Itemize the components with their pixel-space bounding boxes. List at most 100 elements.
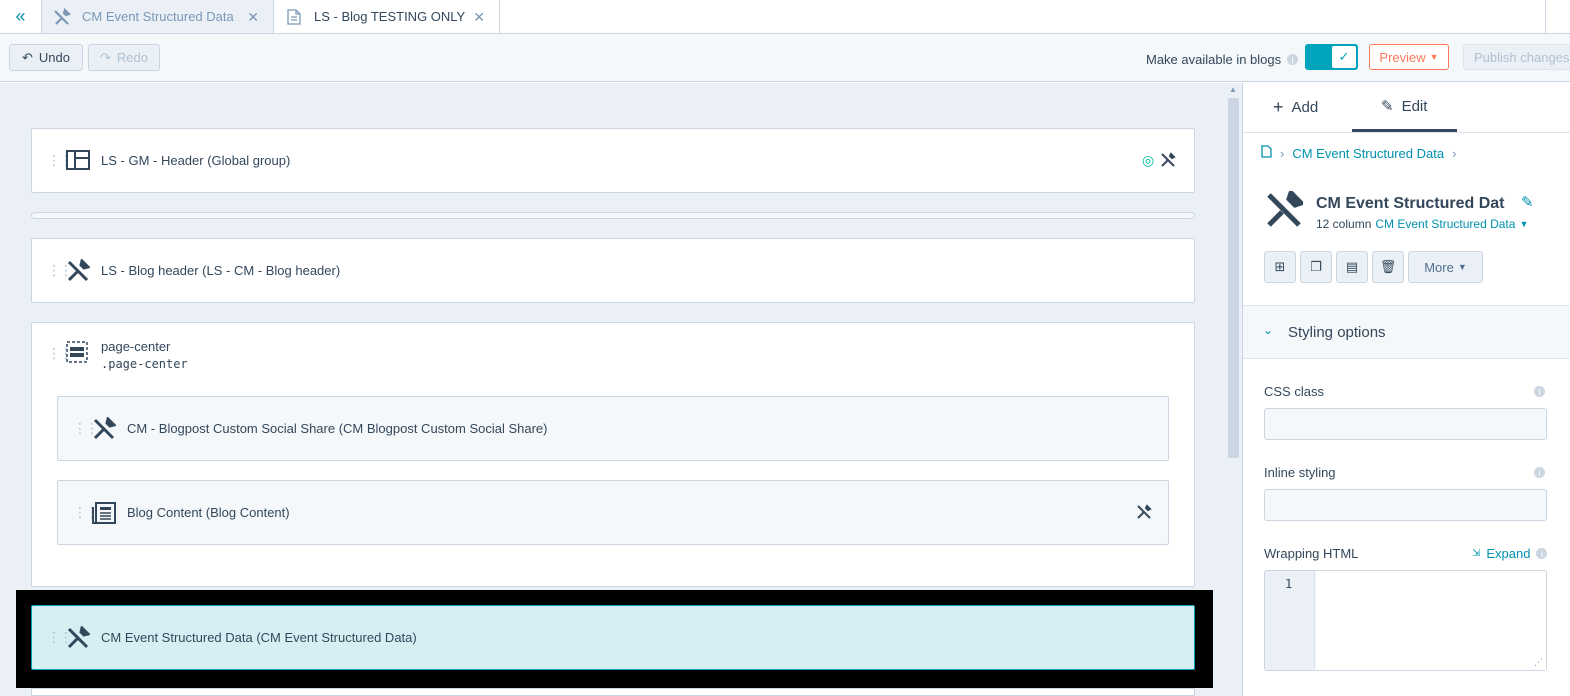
tools-icon [42,7,82,26]
editor-tab-bar: « CM Event Structured Data ✕ LS - Blog T… [0,0,1570,34]
inspector-panel: + Add ✎ Edit › CM Event Structured Data … [1242,83,1570,696]
divider [1243,132,1570,133]
trash-icon: 🗑 [1379,259,1397,274]
page-icon [274,8,314,25]
tools-icon [92,416,117,446]
chevron-right-icon: › [1280,145,1285,161]
module-cm-event-structured-data[interactable]: ⋮⋮ CM Event Structured Data (CM Event St… [31,605,1195,670]
tools-icon [66,625,91,655]
inline-styling-input[interactable] [1264,489,1547,521]
module-label: LS - GM - Header (Global group) [101,153,291,168]
module-label: CM - Blogpost Custom Social Share (CM Bl… [127,421,548,436]
canvas-scrollbar[interactable]: ▲ [1227,83,1242,696]
divider [1545,0,1546,33]
expand-button[interactable]: ⇲ Expand i [1472,546,1548,561]
redo-button[interactable]: ↷ Redo [88,44,160,71]
tools-disabled-icon [1136,504,1152,520]
css-class-input[interactable] [1264,408,1547,440]
module-label: LS - Blog header (LS - CM - Blog header) [101,263,341,278]
close-icon[interactable]: ✕ [473,9,485,26]
redo-label: Redo [116,50,148,65]
styling-options-header[interactable]: ⌄ Styling options [1243,305,1570,359]
wrapping-html-editor[interactable]: 1 ⋰ [1264,570,1547,671]
tab-add[interactable]: + Add [1273,97,1318,118]
preview-label: Preview [1379,49,1426,65]
undo-button[interactable]: ↶ Undo [9,44,83,71]
tab-label: LS - Blog TESTING ONLY [314,9,466,24]
collapse-tabs-button[interactable]: « [0,0,42,33]
resize-grip-icon[interactable]: ⋰ [1534,657,1543,668]
module-blog-header[interactable]: ⋮⋮ LS - Blog header (LS - CM - Blog head… [31,238,1195,303]
close-icon[interactable]: ✕ [247,9,259,26]
tab-cm-event-structured-data[interactable]: CM Event Structured Data ✕ [42,0,274,33]
section-icon: ▤ [1345,259,1359,274]
more-label: More [1424,259,1454,275]
scrollbar-thumb[interactable] [1228,98,1239,458]
page-icon[interactable] [1261,145,1272,161]
make-available-toggle[interactable]: ✓ [1305,44,1358,70]
module-label: Blog Content (Blog Content) [127,505,290,520]
clone-button[interactable]: ⊞ [1264,251,1296,283]
tools-icon [66,258,91,288]
line-number: 1 [1285,577,1293,591]
module-title: CM Event Structured Dat [1316,195,1505,212]
preview-button[interactable]: Preview ▼ [1369,44,1449,70]
global-sync-icon: ◎ [1142,152,1155,168]
section-icon [66,341,88,368]
info-icon[interactable]: i [1534,386,1545,397]
module-type-link[interactable]: CM Event Structured Data [1375,217,1515,231]
module-blog-content[interactable]: ⋮⋮ Blog Content (Blog Content) [57,480,1169,545]
breadcrumb-item[interactable]: CM Event Structured Data [1292,146,1444,161]
inline-styling-label: Inline styling [1264,465,1336,480]
section-class: .page-center [101,357,188,371]
caret-down-icon: ▼ [1429,52,1439,62]
wrap-section-button[interactable]: ▤ [1336,251,1368,283]
breadcrumb: › CM Event Structured Data › [1261,145,1456,161]
module-subtitle: 12 column CM Event Structured Data ▼ [1316,217,1528,231]
plus-icon: + [1273,97,1284,117]
double-chevron-left-icon: « [15,6,26,26]
tab-add-label: Add [1291,99,1319,116]
module-global-header[interactable]: ⋮⋮ LS - GM - Header (Global group) ◎ [31,128,1195,193]
caret-down-icon: ▼ [1457,262,1467,272]
wrapping-html-label: Wrapping HTML [1264,546,1359,561]
undo-label: Undo [38,50,70,65]
chevron-down-icon: ⌄ [1263,323,1274,337]
publish-changes-button[interactable]: Publish changes [1463,44,1570,70]
info-icon[interactable]: i [1287,54,1299,65]
info-icon[interactable]: i [1536,548,1548,559]
pencil-icon: ✎ [1381,98,1394,115]
chevron-right-icon: › [1452,145,1457,161]
checkmark-icon: ✓ [1332,46,1356,68]
module-status-icons: ◎ [1142,152,1176,171]
module-label: CM Event Structured Data (CM Event Struc… [101,630,417,645]
tab-edit[interactable]: ✎ Edit [1381,97,1428,116]
tab-edit-label: Edit [1401,97,1428,115]
tools-icon [1265,188,1306,238]
css-class-label: CSS class [1264,384,1324,399]
layout-icon [66,150,90,175]
next-module-edge [31,688,1195,696]
module-social-share[interactable]: ⋮⋮ CM - Blogpost Custom Social Share (CM… [57,396,1169,461]
undo-icon: ↶ [22,49,33,65]
duplicate-button[interactable]: ❐ [1300,251,1332,283]
split-icon: ⊞ [1274,259,1286,274]
make-available-label: Make available in blogs i [1146,52,1299,67]
blog-content-icon [92,502,116,529]
tab-label: CM Event Structured Data [82,9,234,24]
empty-row [31,212,1195,219]
delete-button[interactable]: 🗑 [1372,251,1404,283]
column-count: 12 column [1316,217,1372,231]
tab-ls-blog-testing-only[interactable]: LS - Blog TESTING ONLY ✕ [274,0,500,33]
section-label: page-center [101,339,171,354]
more-button[interactable]: More ▼ [1408,251,1483,283]
edit-pencil-icon[interactable]: ✎ [1521,193,1534,211]
info-icon[interactable]: i [1534,467,1545,478]
caret-down-icon[interactable]: ▼ [1519,219,1528,231]
code-area[interactable] [1316,571,1546,670]
expand-icon: ⇲ [1472,548,1481,559]
tools-disabled-icon [1160,152,1176,171]
scroll-up-icon[interactable]: ▲ [1229,85,1237,94]
expand-label: Expand [1486,546,1531,561]
copy-icon: ❐ [1310,259,1322,274]
